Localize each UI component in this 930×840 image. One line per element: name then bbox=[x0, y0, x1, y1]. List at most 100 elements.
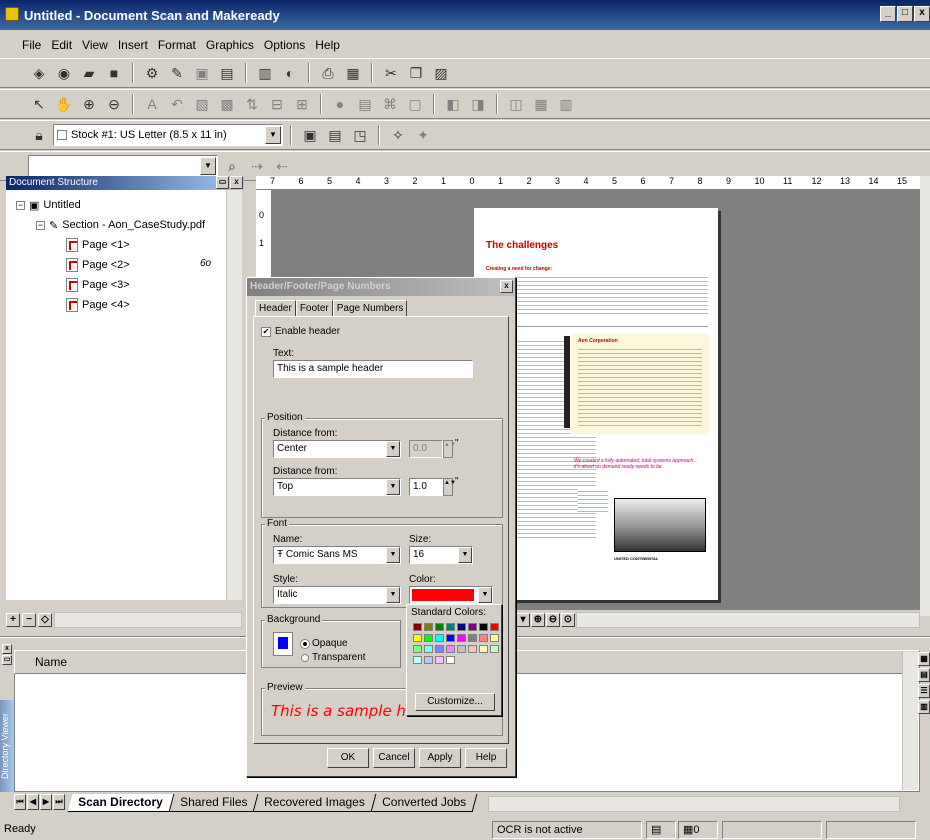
save-icon[interactable]: ■ bbox=[103, 62, 125, 84]
scan-icon[interactable]: ◈ bbox=[28, 62, 50, 84]
font-size-select[interactable]: 16 ▼ bbox=[409, 546, 473, 564]
zoom-in-icon[interactable]: ⊕ bbox=[78, 93, 100, 115]
details-view-icon[interactable]: ▥ bbox=[918, 700, 930, 714]
stock-layout-icon[interactable]: ▤ bbox=[324, 124, 346, 146]
dialog-close-icon[interactable]: x bbox=[500, 280, 513, 293]
menu-file[interactable]: File bbox=[22, 38, 41, 52]
pointer-icon[interactable]: ↖ bbox=[28, 93, 50, 115]
background-color-button[interactable] bbox=[273, 632, 293, 656]
process-icon[interactable]: ⚙ bbox=[141, 62, 163, 84]
help-button[interactable]: Help bbox=[465, 748, 507, 768]
zoom-fit-icon[interactable]: ⊙ bbox=[561, 613, 575, 627]
color-swatch[interactable] bbox=[490, 645, 499, 653]
add-icon[interactable]: + bbox=[6, 613, 20, 627]
copy-icon[interactable]: ❐ bbox=[405, 62, 427, 84]
tab-scan-directory[interactable]: Scan Directory bbox=[67, 794, 175, 812]
small-icons-icon[interactable]: ▤ bbox=[918, 668, 930, 682]
cut-icon[interactable]: ✂ bbox=[380, 62, 402, 84]
align-icon[interactable]: ⊟ bbox=[266, 93, 288, 115]
acquire-icon[interactable]: ◉ bbox=[53, 62, 75, 84]
tree-scrollbar[interactable] bbox=[226, 190, 242, 600]
radio-icon[interactable] bbox=[301, 653, 309, 662]
tree-section[interactable]: − ✎ Section - Aon_CaseStudy.pdf bbox=[36, 216, 205, 234]
tree-root[interactable]: − ▣ Untitled bbox=[16, 196, 81, 214]
header-text-input[interactable]: This is a sample header bbox=[273, 360, 473, 378]
color-swatch[interactable] bbox=[435, 623, 444, 631]
color-swatch[interactable] bbox=[479, 634, 488, 642]
prev-tab-icon[interactable]: ◀ bbox=[27, 794, 39, 810]
menu-format[interactable]: Format bbox=[158, 38, 196, 52]
color-swatch[interactable] bbox=[490, 623, 499, 631]
stock-export-icon[interactable]: ◳ bbox=[349, 124, 371, 146]
color-swatch[interactable] bbox=[457, 634, 466, 642]
filter-icon[interactable]: ⌘ bbox=[379, 93, 401, 115]
find-next-icon[interactable]: ⇢ bbox=[246, 155, 268, 177]
color-swatch[interactable] bbox=[424, 645, 433, 653]
last-tab-icon[interactable]: ⏭ bbox=[53, 794, 65, 810]
wand2-icon[interactable]: ✦ bbox=[412, 124, 434, 146]
color-swatch[interactable] bbox=[446, 656, 455, 664]
collapse-icon[interactable]: − bbox=[16, 200, 25, 210]
deskew-icon[interactable]: ▣ bbox=[191, 62, 213, 84]
chevron-down-icon[interactable]: ▼ bbox=[478, 587, 492, 603]
remove-icon[interactable]: − bbox=[22, 613, 36, 627]
tree-page-2[interactable]: Page <2> bbox=[66, 256, 130, 274]
open-icon[interactable]: ▰ bbox=[78, 62, 100, 84]
tree-page-3[interactable]: Page <3> bbox=[66, 276, 130, 294]
enable-header-checkbox[interactable]: ✔ bbox=[261, 326, 271, 337]
horizontal-spinner-icon[interactable]: ▲▼ bbox=[443, 440, 456, 458]
transparent-option[interactable]: Transparent bbox=[301, 652, 366, 663]
form-icon[interactable]: ◫ bbox=[505, 93, 527, 115]
color-swatch[interactable] bbox=[446, 623, 455, 631]
tree-page-4[interactable]: Page <4> bbox=[66, 296, 130, 314]
wand-icon[interactable]: ✧ bbox=[387, 124, 409, 146]
opaque-option[interactable]: Opaque bbox=[301, 638, 348, 649]
color-swatch[interactable] bbox=[435, 656, 444, 664]
menu-graphics[interactable]: Graphics bbox=[206, 38, 254, 52]
crop-icon[interactable]: ▧ bbox=[191, 93, 213, 115]
font-name-select[interactable]: Ŧ Comic Sans MS ▼ bbox=[273, 546, 401, 564]
customize-button[interactable]: Customize... bbox=[415, 693, 495, 711]
zoom-in-icon[interactable]: ⊕ bbox=[531, 613, 545, 627]
chevron-down-icon[interactable]: ▼ bbox=[458, 547, 472, 563]
view-icon[interactable]: ◇ bbox=[38, 613, 52, 627]
color-swatch[interactable] bbox=[413, 623, 422, 631]
find-icon[interactable]: ⌕ bbox=[221, 155, 243, 177]
color-swatch[interactable] bbox=[490, 634, 499, 642]
color-swatch[interactable] bbox=[413, 645, 422, 653]
first-tab-icon[interactable]: ⏮ bbox=[14, 794, 26, 810]
stock-select[interactable]: Stock #1: US Letter (8.5 x 11 in) ▼ bbox=[53, 124, 283, 146]
directory-vscrollbar[interactable] bbox=[902, 652, 918, 790]
chevron-down-icon[interactable]: ▼ bbox=[386, 547, 400, 563]
color-swatch[interactable] bbox=[435, 645, 444, 653]
tab-page-numbers[interactable]: Page Numbers bbox=[332, 300, 408, 317]
find-select[interactable]: ▼ bbox=[28, 155, 218, 177]
tab-header[interactable]: Header bbox=[255, 300, 296, 317]
hand-icon[interactable]: ✋ bbox=[53, 93, 75, 115]
color-swatch[interactable] bbox=[468, 634, 477, 642]
split-icon[interactable]: ⊞ bbox=[291, 93, 313, 115]
menu-options[interactable]: Options bbox=[264, 38, 305, 52]
horizontal-distance-input[interactable]: 0.0 bbox=[409, 440, 443, 458]
color-swatch[interactable] bbox=[413, 656, 422, 664]
cancel-button[interactable]: Cancel bbox=[373, 748, 415, 768]
tabs-hscrollbar[interactable] bbox=[488, 796, 900, 812]
frame-icon[interactable]: ▢ bbox=[404, 93, 426, 115]
menu-view[interactable]: View bbox=[82, 38, 108, 52]
zoom-out-icon[interactable]: ⊖ bbox=[546, 613, 560, 627]
next-tab-icon[interactable]: ▶ bbox=[40, 794, 52, 810]
chevron-down-icon[interactable]: ▼ bbox=[386, 441, 400, 457]
rotate-icon[interactable]: ▩ bbox=[216, 93, 238, 115]
radio-selected-icon[interactable] bbox=[301, 639, 309, 648]
text-tool-icon[interactable]: A bbox=[141, 93, 163, 115]
chevron-down-icon[interactable]: ▼ bbox=[200, 157, 216, 175]
canvas-vscrollbar[interactable] bbox=[920, 176, 930, 616]
lock-icon[interactable]: 🔒︎ bbox=[28, 124, 50, 146]
minimize-button[interactable]: _ bbox=[880, 6, 896, 22]
color-swatch[interactable] bbox=[435, 634, 444, 642]
color-swatch[interactable] bbox=[424, 634, 433, 642]
collapse-icon[interactable]: − bbox=[36, 220, 45, 230]
color-swatch[interactable] bbox=[424, 656, 433, 664]
grid-icon[interactable]: ▦ bbox=[530, 93, 552, 115]
output-icon[interactable]: ▥ bbox=[254, 62, 276, 84]
